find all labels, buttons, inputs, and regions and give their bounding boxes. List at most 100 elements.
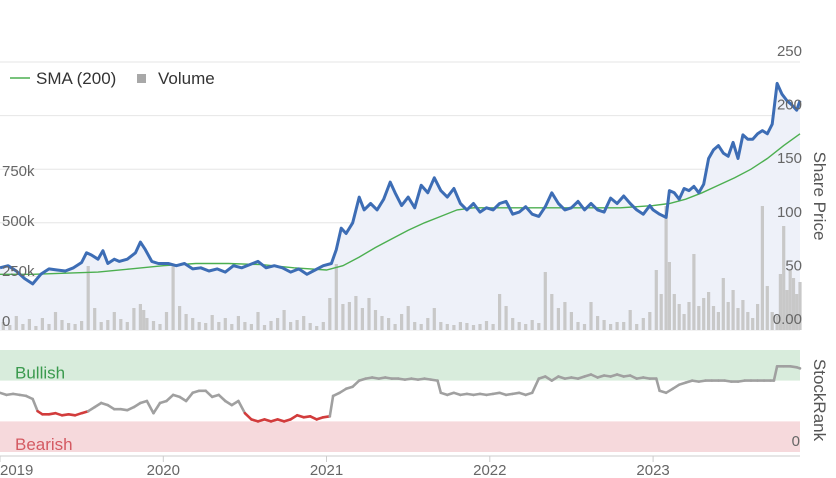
stock-chart: 750k 500k 250k 0 250 200 150 100 50 0.00 Share P… xyxy=(0,0,836,478)
volume-bar xyxy=(34,326,38,330)
price-tick-label: 100 xyxy=(777,204,802,221)
volume-bar xyxy=(659,294,663,330)
volume-bar xyxy=(354,296,358,330)
volume-bar xyxy=(373,310,378,330)
price-tick-label: 150 xyxy=(777,150,802,167)
volume-bar xyxy=(556,308,560,330)
volume-bar xyxy=(230,324,234,330)
volume-bar xyxy=(746,312,750,330)
volume-bar xyxy=(112,312,116,330)
volume-bar xyxy=(465,323,469,330)
volume-bar xyxy=(14,316,18,330)
volume-bar xyxy=(432,308,436,330)
volume-bar xyxy=(393,324,397,330)
volume-bar xyxy=(760,206,764,330)
volume-bar xyxy=(602,320,606,330)
volume-bar xyxy=(609,324,613,330)
volume-bar xyxy=(765,286,769,330)
volume-bar xyxy=(524,324,528,330)
volume-bar xyxy=(702,298,706,330)
volume-bar xyxy=(21,324,25,330)
volume-bar xyxy=(138,304,142,330)
volume-bar xyxy=(204,323,208,330)
bearish-zone-label: Bearish xyxy=(15,435,73,454)
volume-bar xyxy=(419,324,423,330)
volume-bar xyxy=(491,324,495,330)
volume-bar xyxy=(276,318,280,330)
volume-bar xyxy=(367,298,371,330)
volume-tick-label: 0 xyxy=(2,313,10,330)
volume-bar xyxy=(249,324,253,330)
volume-bar xyxy=(171,266,175,330)
volume-bar xyxy=(197,322,201,330)
price-tick-label: 250 xyxy=(777,43,802,60)
volume-bar xyxy=(452,325,456,330)
volume-bar xyxy=(217,322,221,330)
volume-bar xyxy=(27,319,31,330)
volume-bar xyxy=(315,326,319,330)
x-tick-label: 2021 xyxy=(310,462,343,478)
volume-bar xyxy=(145,318,149,330)
volume-bar xyxy=(328,298,332,330)
volume-bar xyxy=(125,322,129,330)
volume-bar xyxy=(667,262,671,330)
volume-bar xyxy=(569,312,573,330)
volume-bar xyxy=(256,312,260,330)
x-tick-label: 2020 xyxy=(147,462,180,478)
volume-bar xyxy=(223,318,227,330)
volume-bar xyxy=(677,304,681,330)
volume-bar xyxy=(615,322,619,330)
volume-bar xyxy=(756,304,760,330)
stockrank-tick-label: 0 xyxy=(792,433,800,450)
volume-bar xyxy=(334,264,338,330)
volume-tick-label: 750k xyxy=(2,163,35,180)
volume-bar xyxy=(537,323,541,330)
volume-bar xyxy=(682,314,686,330)
price-axis-title: Share Price xyxy=(810,152,829,241)
volume-bar xyxy=(648,312,652,330)
price-tick-label: 200 xyxy=(777,97,802,114)
volume-bar xyxy=(132,308,136,330)
legend-sma-label[interactable]: SMA (200) xyxy=(36,69,116,88)
bearish-zone xyxy=(0,421,800,452)
volume-bar xyxy=(151,321,156,330)
volume-bar xyxy=(741,300,745,330)
volume-bar xyxy=(360,308,364,330)
volume-bar xyxy=(439,322,443,330)
volume-bar xyxy=(697,306,701,330)
price-tick-label: 50 xyxy=(785,257,802,274)
volume-bar xyxy=(458,322,462,330)
volume-bar xyxy=(721,278,725,330)
volume-tick-label: 500k xyxy=(2,213,35,230)
volume-bar xyxy=(86,266,90,330)
volume-bar xyxy=(596,316,600,330)
volume-bar xyxy=(73,324,77,330)
volume-bar xyxy=(622,322,626,330)
legend-volume-label[interactable]: Volume xyxy=(158,69,215,88)
volume-bar xyxy=(726,302,730,330)
volume-bar xyxy=(184,314,188,330)
volume-bar xyxy=(563,302,567,330)
stockrank-axis-ticks: 0 xyxy=(792,433,800,450)
volume-tick-label: 250k xyxy=(2,263,35,280)
volume-bar xyxy=(711,306,716,330)
volume-bar xyxy=(119,319,123,330)
volume-bar xyxy=(400,314,404,330)
volume-bar xyxy=(731,290,735,330)
volume-bar xyxy=(672,294,676,330)
volume-bar xyxy=(530,320,534,330)
stockrank-axis-title: StockRank xyxy=(810,359,829,442)
volume-bar xyxy=(751,318,755,330)
volume-bar xyxy=(387,318,391,330)
volume-bar xyxy=(511,318,515,330)
volume-bar xyxy=(736,308,740,330)
volume-bar xyxy=(692,254,696,330)
bullish-zone-label: Bullish xyxy=(15,364,65,383)
volume-bar xyxy=(243,322,247,330)
volume-bar xyxy=(406,306,410,330)
volume-bar xyxy=(341,304,345,330)
volume-bar xyxy=(60,320,64,330)
volume-bar xyxy=(517,322,521,330)
volume-bar xyxy=(635,324,639,330)
volume-bar xyxy=(269,321,273,330)
